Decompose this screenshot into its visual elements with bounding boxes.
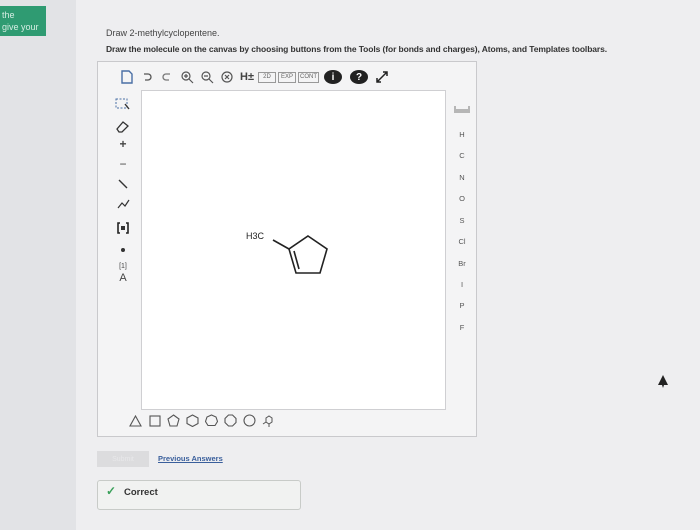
- single-bond-icon: [118, 179, 128, 189]
- help-button[interactable]: ?: [350, 70, 368, 84]
- atom-i-button[interactable]: I: [450, 280, 474, 289]
- contract-button[interactable]: CONT: [298, 71, 319, 83]
- custom-template-button[interactable]: [261, 413, 276, 428]
- benzene-ring-icon: [243, 414, 256, 427]
- atom-h-button[interactable]: H: [450, 130, 474, 139]
- 2d-button[interactable]: 2D: [258, 71, 276, 83]
- hint-panel: the give your: [0, 6, 46, 36]
- clear-icon: [220, 70, 233, 83]
- methyl-label: H3C: [246, 231, 265, 241]
- mouse-pointer-icon: [658, 375, 668, 388]
- left-sidebar: the give your: [0, 0, 76, 530]
- checkmark-icon: ✓: [106, 484, 117, 498]
- hint-line-2: give your: [2, 22, 39, 32]
- lasso-select-icon: [115, 98, 130, 110]
- cyclohexane-template-button[interactable]: [185, 413, 200, 428]
- redo-icon: [162, 73, 170, 81]
- zoom-out-icon: [200, 70, 213, 83]
- hint-line-1: the: [2, 10, 15, 20]
- select-tool-button[interactable]: [112, 94, 134, 114]
- positive-charge-button[interactable]: +: [112, 134, 134, 154]
- benzene-template-button[interactable]: [242, 413, 257, 428]
- zoom-in-icon: [180, 70, 193, 83]
- octagon-icon: [224, 414, 237, 427]
- cyclopentane-template-button[interactable]: [166, 413, 181, 428]
- cyclobutane-template-button[interactable]: [147, 413, 162, 428]
- cyclopropane-template-button[interactable]: [128, 413, 143, 428]
- atom-n-button[interactable]: N: [450, 173, 474, 182]
- periodic-table-icon: [454, 106, 470, 113]
- eraser-icon: [116, 121, 129, 133]
- dot-icon: [121, 248, 125, 252]
- expand-arrows-icon: [376, 71, 388, 83]
- atom-p-button[interactable]: P: [450, 301, 474, 310]
- atom-f-button[interactable]: F: [450, 323, 474, 332]
- heptagon-icon: [205, 414, 218, 427]
- bracket-tool-button[interactable]: [112, 218, 134, 238]
- cyclooctane-template-button[interactable]: [223, 413, 238, 428]
- triangle-icon: [129, 414, 142, 427]
- feedback-status: Correct: [124, 487, 158, 498]
- hexagon-icon: [186, 414, 199, 427]
- atom-br-button[interactable]: Br: [450, 259, 474, 268]
- expand-button[interactable]: EXP: [278, 71, 296, 83]
- single-bond-button[interactable]: [112, 174, 134, 194]
- atom-o-button[interactable]: O: [450, 194, 474, 203]
- zoom-out-button[interactable]: [198, 67, 216, 87]
- submit-button[interactable]: Submit: [97, 451, 149, 467]
- new-document-button[interactable]: [118, 67, 136, 87]
- drawing-canvas[interactable]: H3C: [141, 90, 446, 410]
- cycloheptane-template-button[interactable]: [204, 413, 219, 428]
- chain-icon: [117, 199, 130, 209]
- new-document-icon: [121, 70, 133, 84]
- clear-button[interactable]: [218, 67, 236, 87]
- hydrogen-toggle-button[interactable]: H±: [238, 67, 256, 87]
- atom-label-button[interactable]: A: [112, 268, 134, 288]
- eraser-tool-button[interactable]: [112, 116, 134, 136]
- negative-charge-button[interactable]: −: [112, 154, 134, 174]
- templates-toolbar: [128, 413, 276, 428]
- atom-c-button[interactable]: C: [450, 151, 474, 160]
- redo-button[interactable]: [158, 67, 176, 87]
- previous-answers-link[interactable]: Previous Answers: [158, 454, 223, 463]
- atom-cl-button[interactable]: Cl: [450, 237, 474, 246]
- question-prompt: Draw 2-methylcyclopentene.: [106, 28, 220, 38]
- fused-ring-icon: [262, 414, 272, 427]
- chain-tool-button[interactable]: [112, 194, 134, 214]
- zoom-in-button[interactable]: [178, 67, 196, 87]
- undo-button[interactable]: [138, 67, 156, 87]
- pentagon-icon: [167, 414, 180, 427]
- question-instructions: Draw the molecule on the canvas by choos…: [106, 44, 608, 54]
- undo-icon: [144, 73, 152, 81]
- top-toolbar: H± 2D EXP CONT i ?: [118, 66, 391, 88]
- atom-s-button[interactable]: S: [450, 216, 474, 225]
- square-icon: [148, 414, 161, 427]
- bracket-icon: [117, 222, 129, 234]
- molecule-structure: [272, 235, 328, 274]
- fullscreen-button[interactable]: [373, 67, 391, 87]
- periodic-table-button[interactable]: [450, 104, 474, 116]
- info-button[interactable]: i: [324, 70, 342, 84]
